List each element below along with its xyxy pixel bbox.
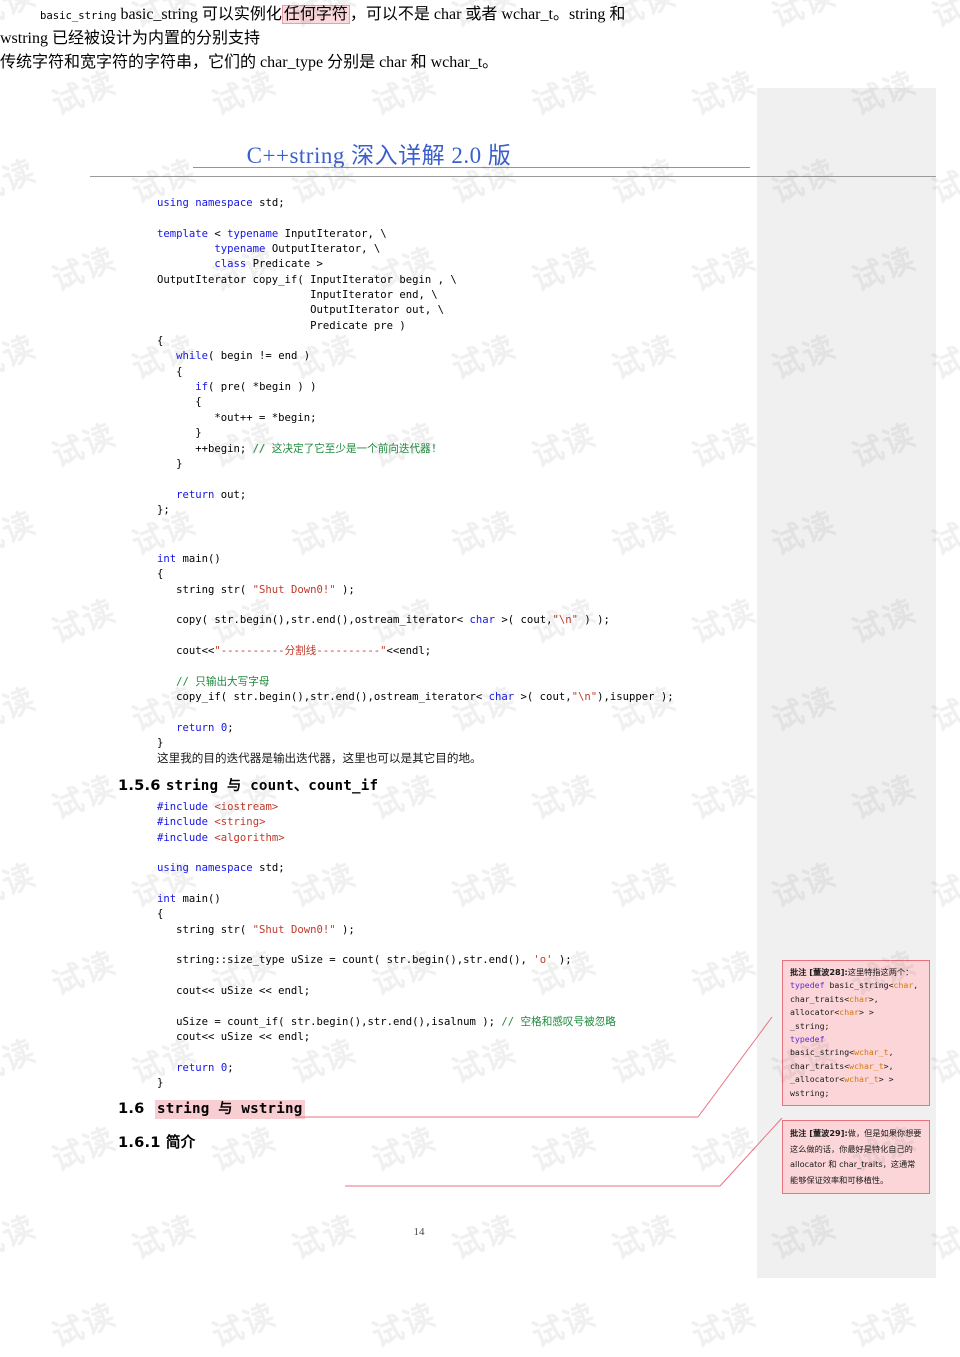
paragraph-iterator-note: 这里我的目的迭代器是输出迭代器，这里也可以是其它目的地。 xyxy=(157,752,482,765)
heading-1-6-1-number: 1.6.1 xyxy=(118,1134,161,1151)
heading-1-5-6-number: 1.5.6 xyxy=(118,777,161,794)
annotation-29[interactable]: 批注 [董波29]:做，但是如果你想要这么做的话，你最好是特化自己的 alloc… xyxy=(782,1120,930,1194)
page-number: 14 xyxy=(413,1226,425,1238)
heading-1-6-number: 1.6 xyxy=(118,1100,145,1117)
code-block-copy-if: using namespace std; template < typename… xyxy=(157,197,457,516)
heading-1-5-6: 1.5.6 string 与 count、count_if xyxy=(118,775,378,795)
heading-1-6-1-text: 简介 xyxy=(165,1134,196,1151)
heading-1-6-text: string 与 wstring xyxy=(155,1100,305,1119)
paragraph-basic-string-intro: basic_string basic_string 可以实例化 任何字符 ，可以不是… xyxy=(0,5,626,71)
annotation-29-label: 批注 [董波29]: xyxy=(790,1128,848,1138)
annotation-28[interactable]: 批注 [董波28]:这里特指这两个： typedef basic_string<… xyxy=(782,960,930,1107)
paragraph-line2: 传统字符和宽字符的字符串，它们的 char_type 分别是 char 和 wc… xyxy=(0,54,499,71)
watermark-text: 试读 xyxy=(766,0,842,35)
heading-1-6-1: 1.6.1 简介 xyxy=(118,1131,195,1152)
code-block-count: #include <iostream> #include <string> #i… xyxy=(157,801,616,1090)
annotation-28-label: 批注 [董波28]: xyxy=(790,967,848,977)
paragraph-highlight-any-char: 任何字符 xyxy=(281,5,350,24)
paragraph-part-a: basic_string 可以实例化 xyxy=(120,6,282,23)
heading-1-5-6-text: string 与 count、count_if xyxy=(165,778,379,794)
heading-1-6: 1.6 string 与 wstring xyxy=(118,1098,305,1119)
code-block-main-copy-if: int main() { string str( "Shut Down0!" )… xyxy=(157,553,674,750)
watermark-text: 试读 xyxy=(926,0,960,35)
annotation-28-intro: 这里特指这两个： xyxy=(847,967,914,977)
document-content: using namespace std; template < typename… xyxy=(0,0,758,1357)
document-page: C++string 深入详解 2.0 版 using namespace std… xyxy=(0,0,960,1357)
watermark-text: 试读 xyxy=(846,1296,922,1355)
